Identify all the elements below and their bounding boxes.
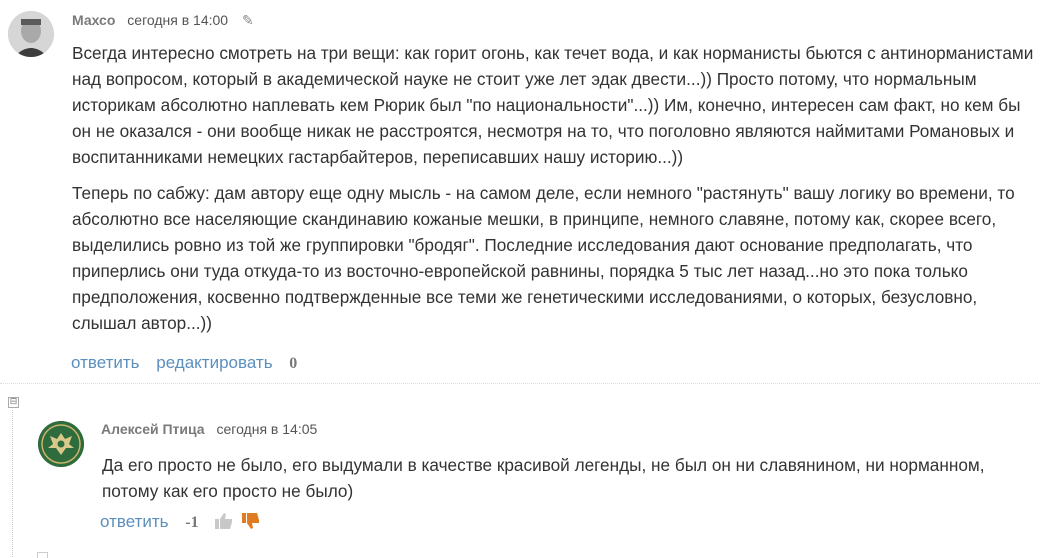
divider [0, 383, 1040, 385]
comment-paragraph: Всегда интересно смотреть на три вещи: к… [72, 43, 1034, 167]
comment-actions: ответить -1 [100, 512, 264, 534]
comment-meta: Алексей Птица сегодня в 14:05 [101, 421, 317, 437]
comment-actions: ответить редактировать 0 [71, 353, 297, 373]
user-avatar[interactable] [38, 421, 84, 467]
next-thread-marker [37, 552, 48, 558]
edit-link[interactable]: редактировать [156, 353, 272, 372]
collapse-thread-icon[interactable]: ⊟ [8, 397, 19, 408]
comment-body: Да его просто не было, его выдумали в ка… [102, 452, 1032, 504]
comment-paragraph: Теперь по сабжу: дам автору еще одну мыс… [72, 183, 1015, 333]
reply-link[interactable]: ответить [71, 353, 140, 372]
comment-score: -1 [185, 514, 199, 531]
user-avatar[interactable] [8, 11, 54, 57]
comment-author[interactable]: Алексей Птица [101, 421, 205, 437]
thumb-down-icon[interactable] [242, 513, 260, 534]
comment-time: сегодня в 14:00 [127, 12, 229, 28]
comment-meta: Махсо сегодня в 14:00 ✎ [72, 12, 254, 29]
pencil-icon[interactable]: ✎ [242, 12, 254, 29]
comment-score: 0 [289, 355, 298, 372]
comment-body: Всегда интересно смотреть на три вещи: к… [72, 40, 1034, 346]
user-photo-icon [8, 11, 54, 57]
eagle-emblem-icon [38, 421, 84, 467]
comment-author[interactable]: Махсо [72, 12, 115, 28]
thumb-up-icon[interactable] [215, 513, 233, 534]
comment-paragraph: Да его просто не было, его выдумали в ка… [102, 455, 985, 501]
reply-link[interactable]: ответить [100, 512, 169, 531]
comment-time: сегодня в 14:05 [216, 421, 318, 437]
thread-line [12, 410, 14, 557]
